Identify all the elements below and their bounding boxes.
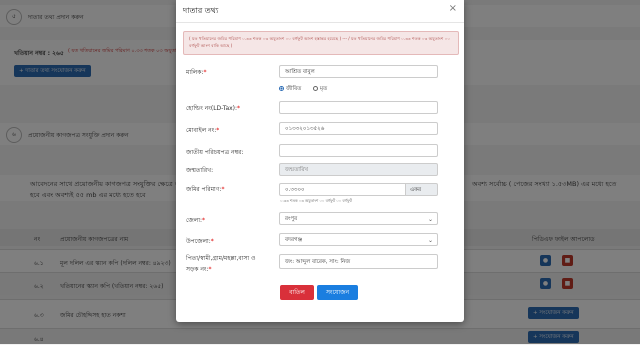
land-input[interactable]: ০.৩৩০০ <box>279 183 406 196</box>
nid-label: জাতীয় পরিচয়পত্র নম্বর: <box>186 149 244 156</box>
mobile-input[interactable]: ০১৩৩২০১৩৫২৬ <box>279 122 438 135</box>
owner-input[interactable]: আশ্রিত বাবুল <box>279 65 438 78</box>
upazila-select[interactable]: বদরগঞ্জ ⌄ <box>279 233 438 246</box>
land-label: জমির পরিমাণ:* <box>186 186 225 193</box>
submit-button[interactable]: সংযোজন <box>317 285 358 300</box>
alive-radio[interactable]: জীবিত <box>279 86 301 94</box>
cancel-button[interactable]: বাতিল <box>280 285 314 300</box>
upazila-label: উপজেলা:* <box>186 238 214 245</box>
modal-header: দাতার তথ্য × <box>176 0 464 23</box>
upazila-value: বদরগঞ্জ <box>285 237 303 243</box>
address-input[interactable]: জং: আব্দুল বারেক, সাং: নিজ <box>279 254 438 269</box>
alert-text: ( যত খতিয়ানের জমির পরিমাণ ০.৩৩ শতক ০৩ অ… <box>189 36 451 48</box>
dob-label: জন্মতারিখ: <box>186 167 214 174</box>
district-select[interactable]: রংপুর ⌄ <box>279 212 438 225</box>
nid-input[interactable] <box>279 144 438 157</box>
address-label-line1: পিতা/স্বামী,গ্রাম/মহল্লা,বাসা ও <box>186 255 256 262</box>
land-hint: ০.৩৩ শতক ০৩ অযুতাংশ ০০ বর্গফুট ০০ বর্গফু… <box>280 198 352 203</box>
chevron-down-icon: ⌄ <box>427 237 433 244</box>
address-label-line2: সড়ক নং:* <box>186 266 212 273</box>
holding-label: হোল্ডিং নং(LD-Tax):* <box>186 105 241 112</box>
dob-input[interactable]: জন্মতারিখ <box>279 163 438 176</box>
dead-radio[interactable]: মৃত <box>313 86 327 94</box>
modal-title: দাতার তথ্য <box>183 6 219 15</box>
district-label: জেলা:* <box>186 217 206 224</box>
donor-info-modal: দাতার তথ্য × ( যত খতিয়ানের জমির পরিমাণ … <box>176 0 464 322</box>
alert-box: ( যত খতিয়ানের জমির পরিমাণ ০.৩৩ শতক ০৩ অ… <box>183 31 459 55</box>
land-unit: একর <box>406 183 438 196</box>
district-value: রংপুর <box>285 216 298 222</box>
owner-label: মালিক:* <box>186 69 207 76</box>
chevron-down-icon: ⌄ <box>427 216 433 223</box>
holding-input[interactable] <box>279 101 438 114</box>
close-icon[interactable]: × <box>449 3 457 14</box>
mobile-label: মোবাইল নং:* <box>186 127 220 134</box>
